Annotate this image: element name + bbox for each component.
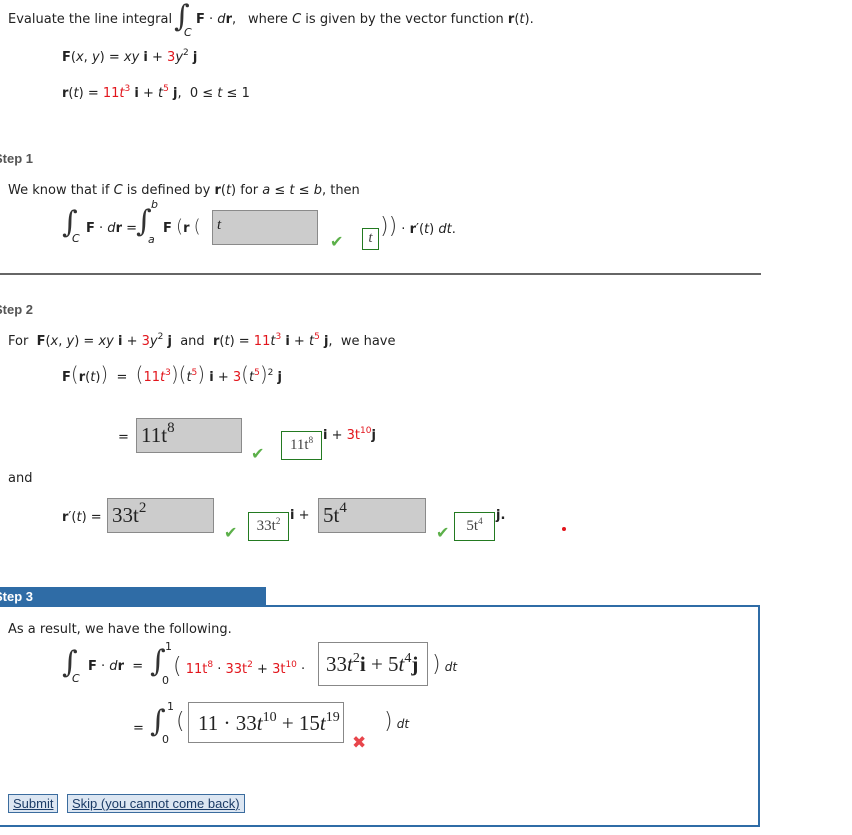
integral-lower-limit: 0: [162, 733, 169, 746]
integral-subscript: C: [184, 26, 192, 39]
step3-rprime-input[interactable]: 33t2i + 5t4j: [318, 642, 428, 686]
correct-check-icon: ✔: [251, 444, 265, 463]
step3-label: Step 3: [0, 589, 34, 604]
step1-label: Step 1: [0, 151, 34, 166]
incorrect-x-icon: ✖: [352, 733, 367, 753]
prompt-text: Evaluate the line integral: [8, 12, 173, 27]
rprime-i-input[interactable]: 33t2: [107, 498, 214, 533]
integral-lower-limit: 0: [162, 674, 169, 687]
red-dot-marker: [562, 527, 566, 531]
and-label: and: [8, 471, 33, 486]
step1-answer-input[interactable]: t: [212, 210, 318, 245]
step3-integrand-input[interactable]: 11 · 33t10 + 15t19: [188, 702, 344, 743]
problem-integrand: F · dr,: [196, 12, 237, 27]
integral-symbol: ∫: [150, 644, 166, 679]
step3-close: ) dt: [432, 652, 458, 677]
step1-F-r: F (r (: [163, 216, 201, 237]
integral-subscript: C: [72, 232, 80, 245]
equals-sign: =: [133, 721, 144, 736]
rprime-tail: j.: [496, 508, 506, 523]
correct-check-icon: ✔: [436, 523, 450, 542]
integral-upper-limit: 1: [167, 700, 174, 713]
rprime-lhs: r′(t) =: [62, 510, 102, 525]
problem-prompt: Evaluate the line integral: [8, 12, 172, 27]
integral-lower-limit: a: [148, 233, 155, 246]
step-divider: [0, 273, 761, 275]
field-definition: F(x, y) = xy i + 3y2 j: [62, 48, 198, 66]
rprime-i-feedback: 33t2: [248, 512, 289, 541]
step3-close2: ) dt: [384, 709, 410, 734]
step3-intro: As a result, we have the following.: [8, 622, 232, 637]
problem-where: where C is given by the vector function …: [248, 12, 534, 27]
step3-integrand: ( 11t8 · 33t2 + 3t10 ·: [173, 654, 306, 679]
rprime-j-input[interactable]: 5t4: [318, 498, 426, 533]
step2-F-input[interactable]: 11t8: [136, 418, 242, 453]
integral-upper-limit: 1: [165, 640, 172, 653]
step1-lhs: F · dr =: [86, 221, 138, 236]
skip-button[interactable]: Skip (you cannot come back): [67, 794, 245, 813]
correct-check-icon: ✔: [224, 523, 238, 542]
open-paren: (: [176, 709, 185, 734]
correct-check-icon: ✔: [330, 232, 344, 251]
equals-sign: =: [118, 430, 129, 445]
step2-F-tail: i + 3t10j: [323, 426, 376, 444]
step2-label: Step 2: [0, 302, 34, 317]
submit-button[interactable]: Submit: [8, 794, 59, 813]
step2-F-of-r: F(r(t)) = (11t3)(t5) i + 3(t5)2 j: [62, 362, 282, 386]
step3-lhs: F · dr =: [88, 659, 144, 674]
rprime-plus: i +: [290, 508, 310, 523]
integral-subscript: C: [72, 672, 80, 685]
rprime-j-feedback: 5t4: [454, 512, 495, 541]
integral-upper-limit: b: [151, 198, 158, 211]
step2-F-feedback: 11t8: [281, 431, 322, 460]
step1-intro: We know that if C is defined by r(t) for…: [8, 183, 360, 198]
curve-definition: r(t) = 11t3 i + t5 j, 0 ≤ t ≤ 1: [62, 84, 250, 102]
step1-feedback-answer: t: [362, 228, 379, 250]
step1-tail: )) · r′(t) dt.: [380, 214, 456, 239]
step2-intro: For F(x, y) = xy i + 3y2 j and r(t) = 11…: [8, 332, 396, 350]
step3-header: [0, 587, 266, 606]
